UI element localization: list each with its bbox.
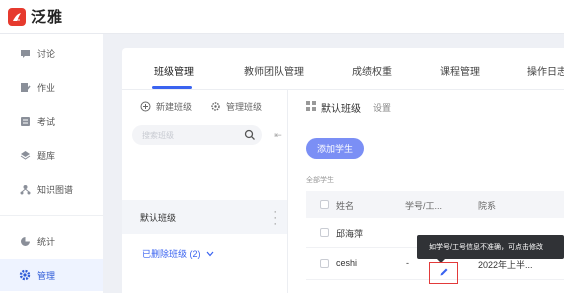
- sidebar-item-label: 讨论: [37, 48, 56, 59]
- add-student-button[interactable]: 添加学生: [306, 138, 364, 159]
- table-header: 姓名 学号/工... 院系: [306, 191, 564, 218]
- manage-class-button[interactable]: 管理班级: [210, 100, 262, 113]
- active-tab-indicator: [152, 86, 192, 89]
- fanya-logo-icon: [8, 7, 26, 26]
- top-bar: 泛雅: [0, 0, 564, 34]
- chevron-down-icon: [206, 249, 214, 259]
- plus-circle-icon: [140, 101, 151, 112]
- class-item-label: 默认班级: [140, 212, 177, 223]
- row-checkbox[interactable]: [320, 259, 329, 268]
- all-students-label: 全部学生: [306, 177, 334, 184]
- edit-id-tooltip: 如学号/工号信息不准确，可点击修改: [417, 235, 564, 259]
- statistics-icon: [19, 235, 31, 247]
- gear-icon: [19, 269, 31, 281]
- create-class-label: 新建班级: [156, 102, 193, 112]
- sidebar-item-exam[interactable]: 考试: [0, 105, 103, 137]
- sidebar-item-question-bank[interactable]: 题库: [0, 139, 103, 171]
- class-setting-link[interactable]: 设置: [373, 101, 391, 114]
- sidebar-item-management[interactable]: 管理: [0, 259, 103, 291]
- sidebar-item-label: 统计: [37, 236, 56, 247]
- sidebar-item-label: 作业: [37, 82, 56, 93]
- sidebar-item-label: 题库: [37, 150, 56, 161]
- sidebar-divider: [0, 215, 103, 216]
- removed-classes-label: 已删除班级 (2): [142, 249, 201, 259]
- tab-operation-log[interactable]: 操作日志: [527, 63, 564, 78]
- sidebar-item-label: 考试: [37, 116, 56, 127]
- exam-icon: [19, 115, 31, 127]
- select-all-checkbox[interactable]: [320, 200, 329, 209]
- class-search-input[interactable]: [132, 125, 232, 145]
- sidebar-item-label: 知识图谱: [37, 184, 74, 195]
- homework-icon: [19, 81, 31, 93]
- tab-class-management[interactable]: 班级管理: [154, 63, 194, 78]
- grid-icon: [306, 101, 316, 114]
- row-checkbox[interactable]: [320, 228, 329, 237]
- sidebar-item-knowledge-graph[interactable]: 知识图谱: [0, 173, 103, 205]
- question-bank-icon: [19, 149, 31, 161]
- class-header: 默认班级 设置: [306, 100, 391, 115]
- settings-icon: [210, 101, 221, 112]
- chat-bubble-icon: [19, 47, 31, 59]
- class-item-default[interactable]: 默认班级 · · ·: [122, 200, 287, 234]
- removed-classes-toggle[interactable]: 已删除班级 (2): [142, 247, 214, 260]
- class-list-panel: 新建班级 管理班级 ⇤ 默认班级 ··· 已删除班级 (2): [122, 90, 288, 293]
- student-id: -: [406, 258, 409, 268]
- sidebar-item-homework[interactable]: 作业: [0, 71, 103, 103]
- tab-grade-weight[interactable]: 成绩权重: [352, 63, 392, 78]
- knowledge-graph-icon: [19, 183, 31, 195]
- tab-teacher-team[interactable]: 教师团队管理: [244, 63, 304, 78]
- class-search-box[interactable]: [132, 125, 262, 145]
- more-vertical-icon[interactable]: · · ·: [273, 207, 277, 230]
- sidebar-item-label: 管理: [37, 270, 56, 281]
- collapse-arrow-icon[interactable]: ⇤: [272, 129, 284, 141]
- tab-bar: 班级管理 教师团队管理 成绩权重 课程管理 操作日志: [122, 48, 564, 90]
- search-icon[interactable]: [244, 129, 256, 141]
- sidebar-item-discussion[interactable]: 讨论: [0, 37, 103, 69]
- sidebar: 讨论 作业 考试 题库 知识图谱 统计 管理: [0, 34, 103, 293]
- create-class-button[interactable]: 新建班级: [140, 100, 192, 113]
- column-header-id: 学号/工...: [405, 201, 443, 211]
- class-detail-panel: 默认班级 设置 添加学生 全部学生 姓名 学号/工... 院系 邱海萍 cesh…: [289, 90, 564, 293]
- edit-student-id-button[interactable]: [429, 262, 458, 284]
- class-title: 默认班级: [321, 104, 361, 115]
- student-name: ceshi: [336, 258, 358, 268]
- column-header-dept: 院系: [478, 201, 497, 211]
- column-header-name: 姓名: [336, 201, 355, 211]
- student-name: 邱海萍: [336, 229, 364, 239]
- tab-course-management[interactable]: 课程管理: [440, 63, 480, 78]
- app-name: 泛雅: [31, 9, 64, 26]
- student-dept: 2022年上半...: [478, 260, 533, 270]
- manage-class-label: 管理班级: [226, 102, 263, 112]
- sidebar-item-statistics[interactable]: 统计: [0, 225, 103, 257]
- pencil-icon: [439, 267, 449, 279]
